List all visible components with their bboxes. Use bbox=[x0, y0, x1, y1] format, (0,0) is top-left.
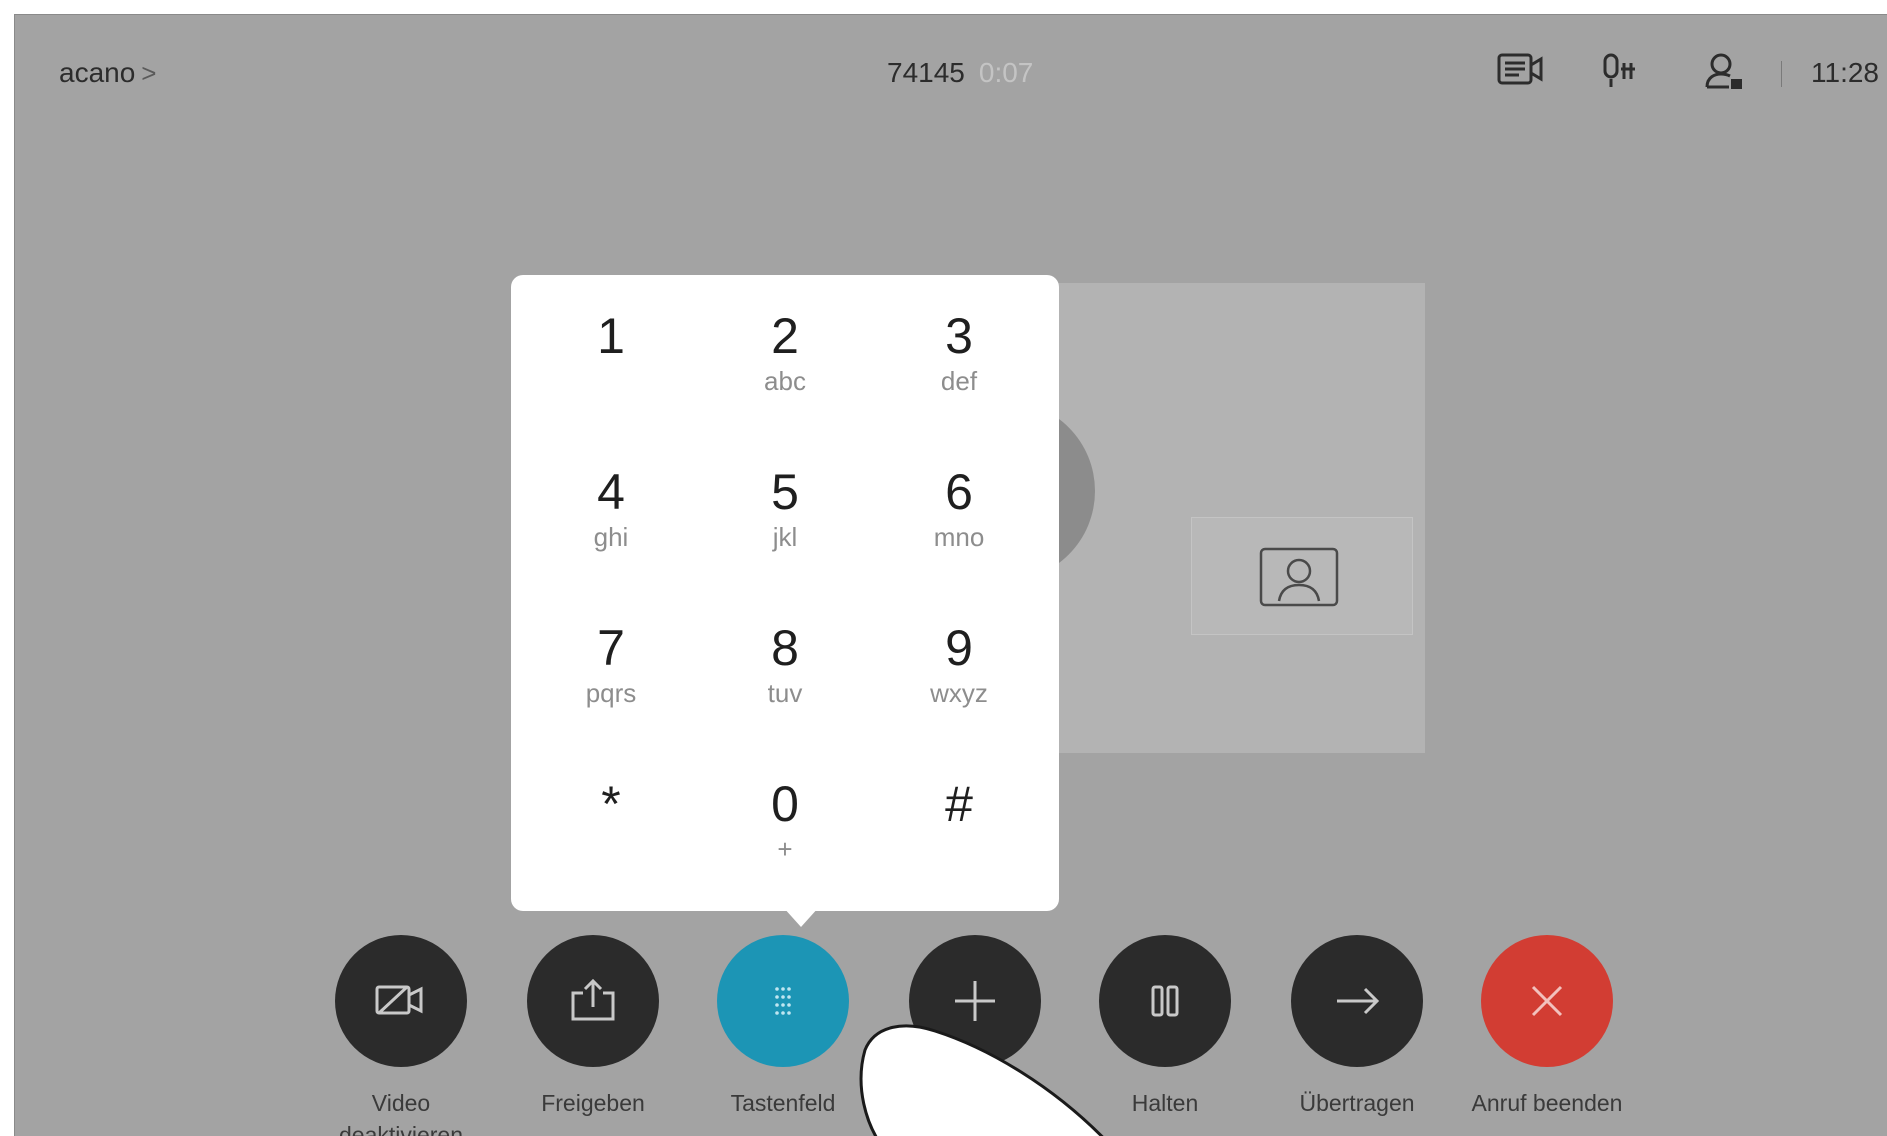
keypad-key[interactable]: 7 pqrs bbox=[531, 607, 691, 737]
video-off-button[interactable] bbox=[335, 935, 467, 1067]
keypad-key[interactable]: 9 wxyz bbox=[879, 607, 1039, 737]
keypad-key[interactable]: 1 bbox=[531, 295, 691, 425]
key-digit: 3 bbox=[945, 308, 973, 364]
hand-pointer-icon bbox=[859, 1024, 1104, 1136]
transfer-control: Übertragen bbox=[1267, 935, 1447, 1119]
keypad-key[interactable]: 6 mno bbox=[879, 451, 1039, 581]
keypad-key[interactable]: 3 def bbox=[879, 295, 1039, 425]
keypad-key[interactable]: 8 tuv bbox=[705, 607, 865, 737]
control-label: Anruf beenden bbox=[1471, 1090, 1623, 1116]
keypad-key[interactable]: * bbox=[531, 763, 691, 893]
key-letters: wxyz bbox=[930, 678, 988, 708]
key-digit: 4 bbox=[597, 464, 625, 520]
key-digit: # bbox=[945, 776, 973, 832]
key-digit: 6 bbox=[945, 464, 973, 520]
call-screen: acano > 74145 0:07 11:28 1 2 abc 3 def 4… bbox=[14, 14, 1887, 1136]
header-divider bbox=[1781, 61, 1782, 87]
key-digit: 5 bbox=[771, 464, 799, 520]
key-digit: 9 bbox=[945, 620, 973, 676]
camera-status-icon[interactable] bbox=[1497, 53, 1545, 92]
call-timer: 0:07 bbox=[978, 57, 1034, 88]
call-info: 74145 0:07 bbox=[887, 57, 1033, 89]
key-letters: pqrs bbox=[585, 678, 637, 708]
key-letters: mno bbox=[933, 522, 985, 552]
site-name[interactable]: acano > bbox=[59, 57, 156, 89]
key-letters: tuv bbox=[767, 678, 803, 708]
key-digit: 0 bbox=[771, 776, 799, 832]
key-digit: 7 bbox=[597, 620, 625, 676]
site-name-label: acano bbox=[59, 57, 136, 88]
keypad-key[interactable]: 5 jkl bbox=[705, 451, 865, 581]
microphone-status-icon[interactable] bbox=[1601, 53, 1637, 94]
keypad-key[interactable]: 0 + bbox=[705, 763, 865, 893]
keypad-button[interactable] bbox=[717, 935, 849, 1067]
keypad-popover: 1 2 abc 3 def 4 ghi 5 jkl 6 mno 7 pqrs 8 tuv 9 wxyz * 0 + # bbox=[511, 275, 1059, 911]
person-icon bbox=[1259, 547, 1339, 612]
control-label: Übertragen bbox=[1299, 1090, 1415, 1116]
key-digit: 8 bbox=[771, 620, 799, 676]
key-letters: abc bbox=[764, 366, 806, 396]
keypad-pointer bbox=[783, 907, 819, 927]
chevron-right-icon: > bbox=[141, 58, 157, 88]
control-label: Tastenfeld bbox=[730, 1090, 836, 1116]
keypad-key[interactable]: 4 ghi bbox=[531, 451, 691, 581]
keypad-key[interactable]: 2 abc bbox=[705, 295, 865, 425]
key-digit: 1 bbox=[597, 308, 625, 364]
end-call-control: Anruf beenden bbox=[1457, 935, 1637, 1119]
key-letters: ghi bbox=[593, 522, 629, 552]
user-status-icon[interactable] bbox=[1705, 53, 1745, 96]
control-label: Video deaktivieren bbox=[338, 1090, 464, 1136]
call-number: 74145 bbox=[887, 57, 965, 88]
clock: 11:28 bbox=[1811, 57, 1879, 88]
control-label: Freigeben bbox=[541, 1090, 645, 1116]
key-letters: + bbox=[777, 834, 793, 864]
share-button[interactable] bbox=[527, 935, 659, 1067]
keypad-control: Tastenfeld bbox=[693, 935, 873, 1119]
share-control: Freigeben bbox=[503, 935, 683, 1119]
key-letters: def bbox=[940, 366, 978, 396]
key-digit: 2 bbox=[771, 308, 799, 364]
key-letters: jkl bbox=[772, 522, 798, 552]
transfer-button[interactable] bbox=[1291, 935, 1423, 1067]
keypad-key[interactable]: # bbox=[879, 763, 1039, 893]
video-off-control: Video deaktivieren bbox=[311, 935, 491, 1136]
end-call-button[interactable] bbox=[1481, 935, 1613, 1067]
key-digit: * bbox=[601, 776, 621, 832]
